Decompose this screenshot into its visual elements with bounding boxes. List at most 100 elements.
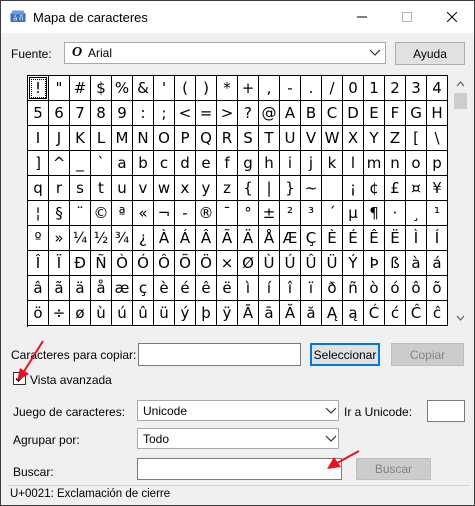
character-cell[interactable]: Z (385, 126, 406, 151)
character-cell[interactable]: _ (70, 151, 91, 176)
character-cell[interactable]: A (280, 101, 301, 126)
character-cell[interactable]: } (280, 176, 301, 201)
character-cell[interactable]: q (28, 176, 49, 201)
character-cell[interactable]: . (301, 76, 322, 101)
character-cell[interactable]: ª (112, 201, 133, 226)
character-grid[interactable]: ! " # $% & '() * +, -./0 1 2 3 4 5 6 7 8 9:; < = >? @ A B C D E F G H… (27, 75, 448, 327)
character-cell[interactable]: D (343, 101, 364, 126)
character-cell[interactable]: å (91, 276, 112, 301)
character-cell[interactable]: y (196, 176, 217, 201)
title-bar[interactable]: á ñ Mapa de caracteres (1, 1, 474, 33)
character-cell[interactable]: ¶ (364, 201, 385, 226)
character-cell[interactable]: ¸ (406, 201, 427, 226)
character-cell[interactable]: Ã (217, 226, 238, 251)
character-cell[interactable]: h (259, 151, 280, 176)
character-cell[interactable]: é (175, 276, 196, 301)
character-cell[interactable]: ] (28, 151, 49, 176)
character-cell[interactable]: E (364, 101, 385, 126)
character-cell[interactable]: r (49, 176, 70, 201)
character-cell[interactable]: > (217, 101, 238, 126)
character-cell[interactable]: Ă (280, 301, 301, 326)
character-cell[interactable]: ® (196, 201, 217, 226)
character-cell[interactable]: ! (28, 76, 49, 101)
character-cell[interactable]: « (133, 201, 154, 226)
character-cell[interactable]: ï (301, 276, 322, 301)
character-cell[interactable]: m (364, 151, 385, 176)
character-cell[interactable]: ) (196, 76, 217, 101)
character-cell[interactable]: Ą (322, 301, 343, 326)
character-cell[interactable]: u (112, 176, 133, 201)
character-cell[interactable]: ú (112, 301, 133, 326)
character-cell[interactable]: c (154, 151, 175, 176)
character-cell[interactable]: § (49, 201, 70, 226)
character-cell[interactable]: Ê (364, 226, 385, 251)
character-cell[interactable]: É (343, 226, 364, 251)
character-cell[interactable]: Î (28, 251, 49, 276)
scrollbar-thumb[interactable] (454, 93, 467, 109)
character-cell[interactable]: Ò (112, 251, 133, 276)
character-cell[interactable]: t (91, 176, 112, 201)
character-cell[interactable]: # (70, 76, 91, 101)
character-cell[interactable]: | (259, 176, 280, 201)
help-button[interactable]: Ayuda (395, 42, 465, 65)
character-cell[interactable]: % (112, 76, 133, 101)
character-cell[interactable]: ù (91, 301, 112, 326)
character-cell[interactable]: 9 (112, 101, 133, 126)
grid-scrollbar[interactable] (452, 75, 469, 327)
copy-button[interactable]: Copiar (391, 343, 464, 366)
character-cell[interactable]: o (406, 151, 427, 176)
character-cell[interactable]: Ć (364, 301, 385, 326)
character-cell[interactable]: ê (196, 276, 217, 301)
character-cell[interactable]: , (259, 76, 280, 101)
character-cell[interactable]: ó (385, 276, 406, 301)
character-cell[interactable]: È (322, 226, 343, 251)
character-cell[interactable]: Í (427, 226, 448, 251)
character-cell[interactable]: ý (175, 301, 196, 326)
character-cell[interactable]: & (133, 76, 154, 101)
character-cell[interactable]: G (406, 101, 427, 126)
character-cell[interactable]: Y (364, 126, 385, 151)
character-cell[interactable]: ¢ (364, 176, 385, 201)
character-cell[interactable]: ( (175, 76, 196, 101)
character-cell[interactable]: ^ (49, 151, 70, 176)
font-select[interactable]: O Arial (64, 42, 386, 64)
character-cell[interactable]: k (322, 151, 343, 176)
character-cell[interactable]: p (427, 151, 448, 176)
character-cell[interactable]: K (70, 126, 91, 151)
character-cell[interactable]: 2 (385, 76, 406, 101)
character-cell[interactable]: g (238, 151, 259, 176)
goto-unicode-input[interactable] (427, 400, 465, 422)
character-cell[interactable]: ì (238, 276, 259, 301)
character-cell[interactable]: Õ (175, 251, 196, 276)
character-cell[interactable]: ° (238, 201, 259, 226)
character-cell[interactable]: © (91, 201, 112, 226)
character-cell[interactable]: $ (91, 76, 112, 101)
character-cell[interactable]: ¼ (70, 226, 91, 251)
character-cell[interactable]: ø (70, 301, 91, 326)
character-cell[interactable]: Ç (301, 226, 322, 251)
character-cell[interactable]: ¹ (427, 201, 448, 226)
character-cell[interactable]: { (238, 176, 259, 201)
character-cell[interactable]: ð (322, 276, 343, 301)
character-cell[interactable]: £ (385, 176, 406, 201)
character-cell[interactable]: f (217, 151, 238, 176)
character-cell[interactable]: Ï (49, 251, 70, 276)
character-cell[interactable]: ´ (322, 201, 343, 226)
character-cell[interactable]: 4 (427, 76, 448, 101)
character-cell[interactable]: Ì (406, 226, 427, 251)
character-cell[interactable]: B (301, 101, 322, 126)
character-cell[interactable]: è (154, 276, 175, 301)
character-cell[interactable]: L (91, 126, 112, 151)
character-cell[interactable]: 8 (91, 101, 112, 126)
character-cell[interactable]: - (175, 201, 196, 226)
character-cell[interactable]: d (175, 151, 196, 176)
character-cell[interactable]: S (238, 126, 259, 151)
character-cell[interactable]: F (385, 101, 406, 126)
character-cell[interactable]: ~ (301, 176, 322, 201)
character-cell[interactable]: : (133, 101, 154, 126)
character-cell[interactable]: / (322, 76, 343, 101)
character-cell[interactable]: N (133, 126, 154, 151)
character-cell[interactable]: " (49, 76, 70, 101)
character-cell[interactable]: ² (280, 201, 301, 226)
minimize-button[interactable] (339, 1, 384, 33)
